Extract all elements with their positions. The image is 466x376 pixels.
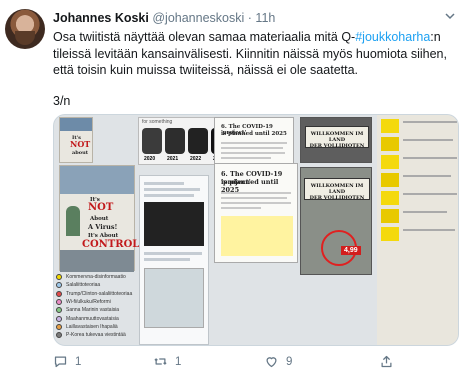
legend-label: Sanna Marinin vastaisia xyxy=(66,307,120,314)
tweet-text: Osa twiitistä näyttää olevan samaa mater… xyxy=(53,29,455,79)
tweet-time[interactable]: 11h xyxy=(255,11,275,25)
author-name[interactable]: Johannes Koski xyxy=(53,11,149,25)
like-count: 9 xyxy=(286,355,293,368)
author-handle[interactable]: @johanneskoski xyxy=(152,11,244,25)
sign-2-line-2: DER VOLLIDIOTEN xyxy=(309,195,365,201)
reply-count: 1 xyxy=(75,355,82,368)
reply-action[interactable]: 1 xyxy=(53,354,81,369)
reply-icon xyxy=(54,356,67,368)
legend-color-dot xyxy=(56,290,62,297)
legend-color-dot xyxy=(56,323,62,330)
doc-1-title-2: is planned until 2025 xyxy=(221,131,287,137)
face-1 xyxy=(142,128,162,154)
caret-down-icon[interactable] xyxy=(444,10,456,22)
hashtag-link[interactable]: #joukkoharha xyxy=(355,30,430,44)
price-tag: 4,99 xyxy=(341,246,361,255)
face-3 xyxy=(188,128,208,154)
legend-label: Trump/Clinton-salaliittoteoriaa xyxy=(66,290,133,297)
legend-label: Laillavastaisen Ihapaliä xyxy=(66,323,118,330)
document-2: 6. The COVID-19 'project' is planned unt… xyxy=(214,163,298,263)
avatar-beard xyxy=(15,31,35,45)
poster-large: It's NOT About A Virus! It's About CONTR… xyxy=(59,165,139,272)
share-icon xyxy=(381,355,392,368)
poster-column: It's NOT about It's NOT About A Virus! I… xyxy=(57,117,139,272)
like-action[interactable]: 9 xyxy=(264,354,292,369)
legend-color-dot xyxy=(56,282,62,289)
tweet[interactable]: Johannes Koski @johanneskoski · 11h Osa … xyxy=(0,0,466,376)
thread-counter: 3/n xyxy=(53,94,71,108)
retweet-icon xyxy=(154,358,167,365)
legend-color-dot xyxy=(56,332,62,339)
yellow-info-column xyxy=(377,115,458,345)
like-icon xyxy=(266,357,277,368)
sign-2-line-1: WILLKOMMEN IM LAND xyxy=(310,183,364,195)
legend-label: P-Korea tukevaa viestintää xyxy=(66,332,126,339)
legend-label: Salaliittoteoriaa xyxy=(66,282,101,289)
year-label-2: 2021 xyxy=(167,156,179,162)
retweet-action[interactable]: 1 xyxy=(153,354,181,369)
sign-2: WILLKOMMEN IM LAND DER VOLLIDIOTEN xyxy=(304,178,370,201)
poster-large-line-2: NOT xyxy=(88,202,114,213)
poster-small-line-3: about xyxy=(72,150,89,156)
year-label-3: 2022 xyxy=(190,156,202,162)
poster-large-line-6: CONTROL xyxy=(82,239,140,250)
sign-1: WILLKOMMEN IM LAND DER VOLLIDIOTEN xyxy=(305,126,369,149)
legend-color-dot xyxy=(56,315,62,322)
tweet-text-part-1: Osa twiitistä näyttää olevan samaa mater… xyxy=(53,30,356,44)
tweet-media-image[interactable]: It's NOT about It's NOT About A Virus! I… xyxy=(53,114,459,346)
separator-dot: · xyxy=(247,11,252,25)
faces-header: for something xyxy=(142,119,173,125)
poster-small: It's NOT about xyxy=(59,117,93,163)
social-post-screenshot xyxy=(139,175,209,345)
poster-large-line-4: A Virus! xyxy=(88,223,118,231)
legend-color-dot xyxy=(56,274,62,281)
face-2 xyxy=(165,128,185,154)
legend-label: Wi-fi/ulkuku/Reformi xyxy=(66,299,111,306)
legend-color-dot xyxy=(56,299,62,306)
retweet-count: 1 xyxy=(175,355,182,368)
poster-small-line-2: NOT xyxy=(70,139,91,149)
year-label-1: 2020 xyxy=(144,156,156,162)
tweet-actions: 1 1 9 xyxy=(53,352,459,372)
share-action[interactable] xyxy=(379,354,401,369)
legend-label: Maahanmuuttovastaisia xyxy=(66,315,119,322)
photo-sign-2: WILLKOMMEN IM LAND DER VOLLIDIOTEN 4,99 xyxy=(300,167,372,275)
sign-1-line-1: WILLKOMMEN IM LAND xyxy=(310,131,364,143)
legend-label: Kommervna-disinformaatio xyxy=(66,274,126,281)
avatar[interactable] xyxy=(5,9,45,49)
tweet-header: Johannes Koski @johanneskoski · 11h xyxy=(53,11,275,25)
photo-sign-1: WILLKOMMEN IM LAND DER VOLLIDIOTEN xyxy=(300,117,372,163)
sign-1-line-2: DER VOLLIDIOTEN xyxy=(309,143,365,149)
legend-color-dot xyxy=(56,307,62,314)
